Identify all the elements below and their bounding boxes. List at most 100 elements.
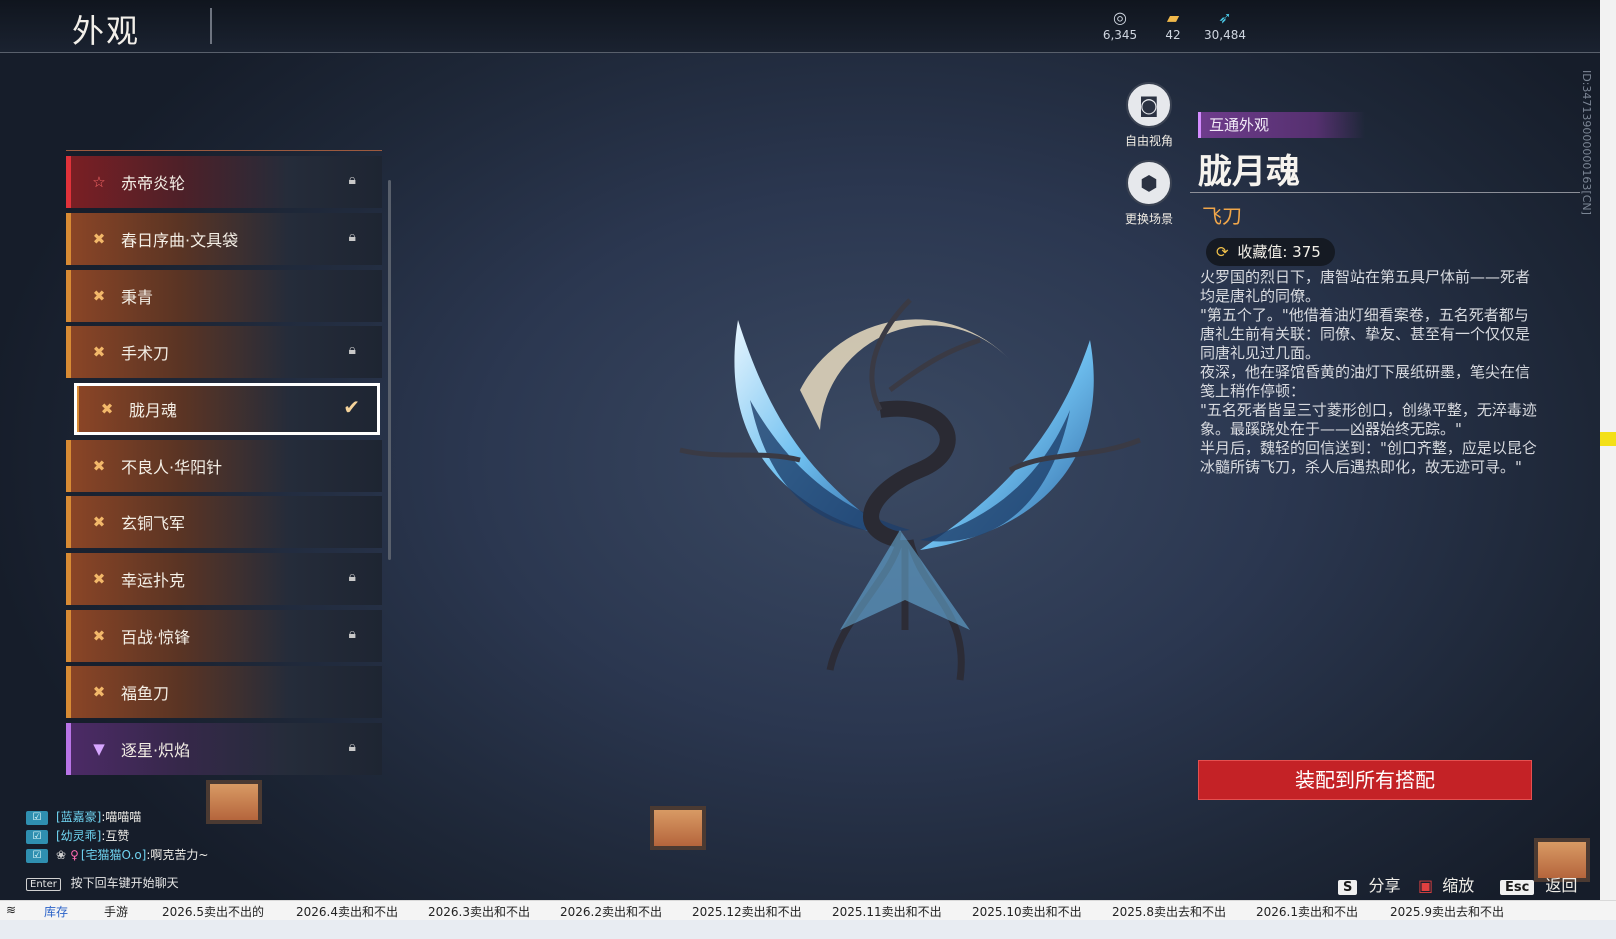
item-label: 逐星·炽焰 xyxy=(121,741,191,760)
chat-channel-icon: ☑ xyxy=(26,848,48,863)
tab[interactable]: 2026.3卖出和不出 xyxy=(428,903,530,920)
enter-key-icon: Enter xyxy=(26,878,61,891)
lock-icon: 🔒︎ xyxy=(348,342,356,358)
weapon-model[interactable] xyxy=(650,280,1170,720)
list-item[interactable]: ✖ 玄铜飞军 xyxy=(66,496,382,548)
chat-user[interactable]: [幼灵乖] xyxy=(56,827,101,846)
chat-hint-text: 按下回车键开始聊天 xyxy=(70,876,179,890)
top-bar: 外观 ◎ 6,345 ▰ 42 ➶ 30,484 xyxy=(0,0,1600,53)
rarity-icon: ✖ xyxy=(92,230,106,248)
s-key-icon: S xyxy=(1338,880,1358,895)
weapon-type: 飞刀 xyxy=(1202,204,1242,228)
list-item[interactable]: ✖ 秉青 xyxy=(66,270,382,322)
tab[interactable]: 2025.9卖出去和不出 xyxy=(1390,903,1504,920)
lotus-icon: ❀ xyxy=(56,848,67,862)
share-hint[interactable]: S 分享 xyxy=(1338,872,1400,896)
chat-text: :啊克苦力~ xyxy=(146,848,209,862)
chat-text: :喵喵喵 xyxy=(101,810,142,824)
player-id: ID:347139000000163[CN] xyxy=(1580,70,1593,215)
item-label: 福鱼刀 xyxy=(121,684,170,703)
star-icon: ☆ xyxy=(92,173,106,191)
item-label: 幸运扑克 xyxy=(121,571,186,590)
chat-channel-icon: ☑ xyxy=(26,810,48,825)
tab[interactable]: 2026.5卖出不出的 xyxy=(162,903,264,920)
host-tabs: ≋ 库存 手游 2026.5卖出不出的 2026.4卖出和不出 2026.3卖出… xyxy=(0,900,1616,922)
rarity-icon: ▼ xyxy=(93,740,105,758)
chat-message: ☑ ❀ ♀ [宅猫猫O.o] :啊克苦力~ xyxy=(26,846,208,865)
list-item[interactable]: ☆ 赤帝炎轮 🔒︎ xyxy=(66,156,382,208)
rarity-icon: ✖ xyxy=(92,570,106,588)
layers-icon[interactable]: ≋ xyxy=(6,903,16,917)
game-screen: 外观 ◎ 6,345 ▰ 42 ➶ 30,484 ID:347139000000… xyxy=(0,0,1600,900)
item-label: 玄铜飞军 xyxy=(121,514,186,533)
lantern-decoration xyxy=(650,806,706,850)
collection-icon: ⟳ xyxy=(1216,243,1229,261)
list-item[interactable]: ✖ 福鱼刀 xyxy=(66,666,382,718)
chat-user[interactable]: [蓝嘉豪] xyxy=(56,808,101,827)
currency-coin: ◎ 6,345 xyxy=(1090,8,1150,42)
list-item[interactable]: ✖ 手术刀 🔒︎ xyxy=(66,326,382,378)
chat-panel: ☑ [蓝嘉豪] :喵喵喵 ☑ [幼灵乖] :互赞 ☑ ❀ ♀ [宅猫猫O.o] … xyxy=(26,808,208,865)
rarity-icon: ✖ xyxy=(92,343,106,361)
edge-marker xyxy=(1600,432,1616,446)
zoom-label: 缩放 xyxy=(1442,876,1475,895)
chat-message: ☑ [蓝嘉豪] :喵喵喵 xyxy=(26,808,208,827)
tab[interactable]: 手游 xyxy=(104,903,128,920)
shared-skin-tag: 互通外观 xyxy=(1198,112,1365,138)
currency-value: 42 xyxy=(1165,28,1181,42)
list-item[interactable]: ▼ 逐星·炽焰 🔒︎ xyxy=(66,723,382,775)
coin-icon: ◎ xyxy=(1113,8,1127,27)
list-item[interactable]: ✖ 春日序曲·文具袋 🔒︎ xyxy=(66,213,382,265)
back-hint[interactable]: Esc 返回 xyxy=(1500,872,1577,896)
tab[interactable]: 2026.4卖出和不出 xyxy=(296,903,398,920)
item-label: 不良人·华阳针 xyxy=(121,458,223,477)
currency-ticket: ▰ 42 xyxy=(1143,8,1203,42)
list-item-selected[interactable]: ✖ 胧月魂 ✔ xyxy=(74,383,380,435)
tab[interactable]: 2025.10卖出和不出 xyxy=(972,903,1082,920)
item-label: 赤帝炎轮 xyxy=(121,174,186,193)
chat-channel-icon: ☑ xyxy=(26,829,48,844)
chat-text: :互赞 xyxy=(101,829,130,843)
back-label: 返回 xyxy=(1545,876,1578,895)
collection-value: 收藏值: 375 xyxy=(1237,243,1321,261)
item-label: 百战·惊锋 xyxy=(121,628,191,647)
share-label: 分享 xyxy=(1368,876,1401,895)
tab[interactable]: 2025.8卖出去和不出 xyxy=(1112,903,1226,920)
collection-badge: ⟳ 收藏值: 375 xyxy=(1206,238,1335,266)
equip-all-button[interactable]: 装配到所有搭配 xyxy=(1198,760,1532,800)
currency-value: 30,484 xyxy=(1204,28,1246,42)
chat-message: ☑ [幼灵乖] :互赞 xyxy=(26,827,208,846)
zoom-hint[interactable]: ▣ 缩放 xyxy=(1418,872,1474,896)
ticket-icon: ▰ xyxy=(1166,8,1180,27)
list-item[interactable]: ✖ 不良人·华阳针 xyxy=(66,440,382,492)
list-item[interactable]: ✖ 百战·惊锋 🔒︎ xyxy=(66,610,382,662)
rarity-icon: ✖ xyxy=(92,457,106,475)
cube-icon: ⬢ xyxy=(1126,160,1172,206)
free-view-button[interactable]: ◙ 自由视角 xyxy=(1114,82,1184,149)
tab[interactable]: 2026.2卖出和不出 xyxy=(560,903,662,920)
item-label: 春日序曲·文具袋 xyxy=(121,231,239,250)
female-icon: ♀ xyxy=(70,848,79,862)
lantern-decoration xyxy=(206,780,262,824)
tab[interactable]: 2025.12卖出和不出 xyxy=(692,903,802,920)
camera-icon: ◙ xyxy=(1126,82,1172,128)
window-edge xyxy=(1600,0,1616,900)
skin-name: 胧月魂 xyxy=(1198,152,1300,192)
page-title: 外观 xyxy=(72,12,141,50)
esc-key-icon: Esc xyxy=(1500,880,1535,895)
change-scene-button[interactable]: ⬢ 更换场景 xyxy=(1114,160,1184,227)
rarity-icon: ✖ xyxy=(100,400,114,418)
list-item[interactable]: ✖ 幸运扑克 🔒︎ xyxy=(66,553,382,605)
item-label: 秉青 xyxy=(121,288,154,307)
free-view-label: 自由视角 xyxy=(1124,134,1173,148)
chat-input-hint[interactable]: Enter 按下回车键开始聊天 xyxy=(26,874,179,891)
tab[interactable]: 2025.11卖出和不出 xyxy=(832,903,942,920)
lock-icon: 🔒︎ xyxy=(348,229,356,245)
skin-list: ☆ 赤帝炎轮 🔒︎ ✖ 春日序曲·文具袋 🔒︎ ✖ 秉青 ✖ 手术刀 🔒︎ ✖ … xyxy=(66,152,382,798)
rarity-icon: ✖ xyxy=(92,513,106,531)
tab[interactable]: 2026.1卖出和不出 xyxy=(1256,903,1358,920)
chat-user[interactable]: [宅猫猫O.o] xyxy=(81,846,146,865)
list-scrollbar[interactable] xyxy=(388,180,391,560)
rarity-icon: ✖ xyxy=(92,683,106,701)
rarity-icon: ✖ xyxy=(92,627,106,645)
